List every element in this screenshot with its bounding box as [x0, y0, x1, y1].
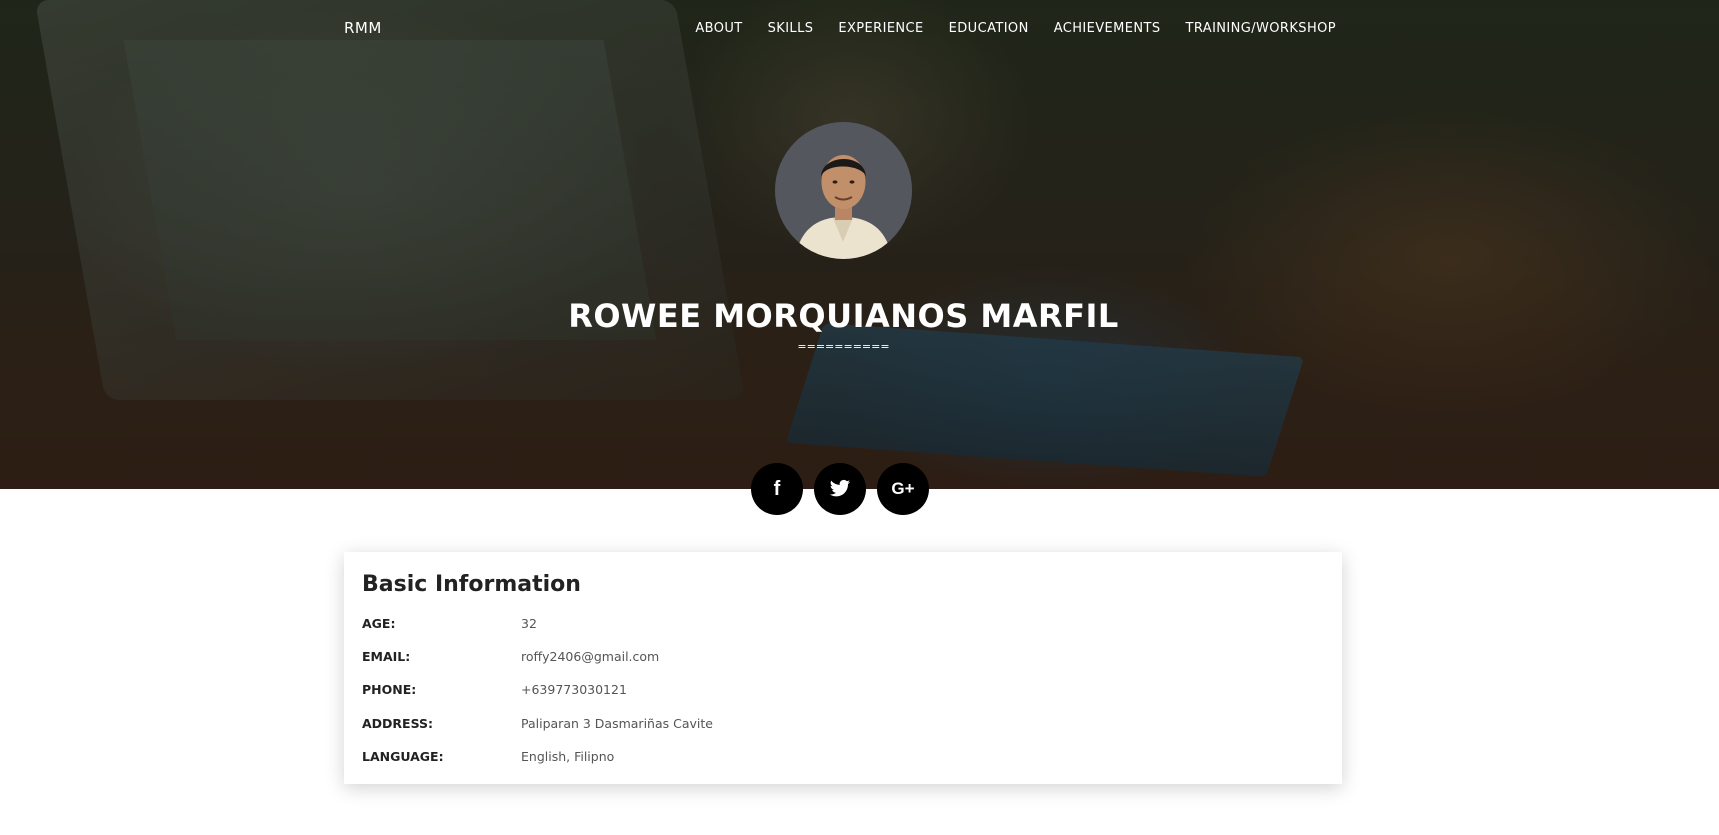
brand-logo[interactable]: RMM [344, 19, 382, 37]
info-value: Paliparan 3 Dasmariñas Cavite [521, 716, 713, 731]
nav-experience[interactable]: EXPERIENCE [838, 21, 923, 36]
info-row-phone: PHONE: +639773030121 [362, 682, 1262, 702]
top-nav: ABOUT SKILLS EXPERIENCE EDUCATION ACHIEV… [695, 21, 1336, 36]
twitter-icon [829, 479, 851, 497]
nav-skills[interactable]: SKILLS [768, 21, 814, 36]
profile-name: ROWEE MORQUIANOS MARFIL [568, 297, 1119, 335]
info-row-email: EMAIL: roffy2406@gmail.com [362, 649, 1262, 669]
hero-banner: RMM ABOUT SKILLS EXPERIENCE EDUCATION AC… [0, 0, 1719, 489]
info-row-language: LANGUAGE: English, Filipno [362, 749, 1262, 769]
facebook-button[interactable]: f [751, 463, 803, 515]
name-divider: ========== [797, 340, 890, 353]
info-row-address: ADDRESS: Paliparan 3 Dasmariñas Cavite [362, 716, 1262, 736]
profile-avatar [775, 122, 912, 259]
basic-information-title: Basic Information [362, 572, 581, 597]
info-value: +639773030121 [521, 682, 627, 697]
google-plus-icon: G+ [891, 479, 915, 498]
basic-information-card: Basic Information AGE: 32 EMAIL: roffy24… [344, 552, 1342, 784]
facebook-icon: f [773, 477, 781, 500]
info-row-age: AGE: 32 [362, 616, 1262, 636]
info-label: PHONE: [362, 682, 417, 697]
info-value: roffy2406@gmail.com [521, 649, 660, 664]
google-plus-button[interactable]: G+ [877, 463, 929, 515]
info-label: LANGUAGE: [362, 749, 444, 764]
info-label: AGE: [362, 616, 396, 631]
nav-training-workshop[interactable]: TRAINING/WORKSHOP [1186, 21, 1336, 36]
info-value: 32 [521, 616, 537, 631]
info-label: ADDRESS: [362, 716, 434, 731]
info-label: EMAIL: [362, 649, 411, 664]
nav-education[interactable]: EDUCATION [949, 21, 1029, 36]
twitter-button[interactable] [814, 463, 866, 515]
info-value: English, Filipno [521, 749, 615, 764]
nav-achievements[interactable]: ACHIEVEMENTS [1054, 21, 1161, 36]
nav-about[interactable]: ABOUT [695, 21, 742, 36]
